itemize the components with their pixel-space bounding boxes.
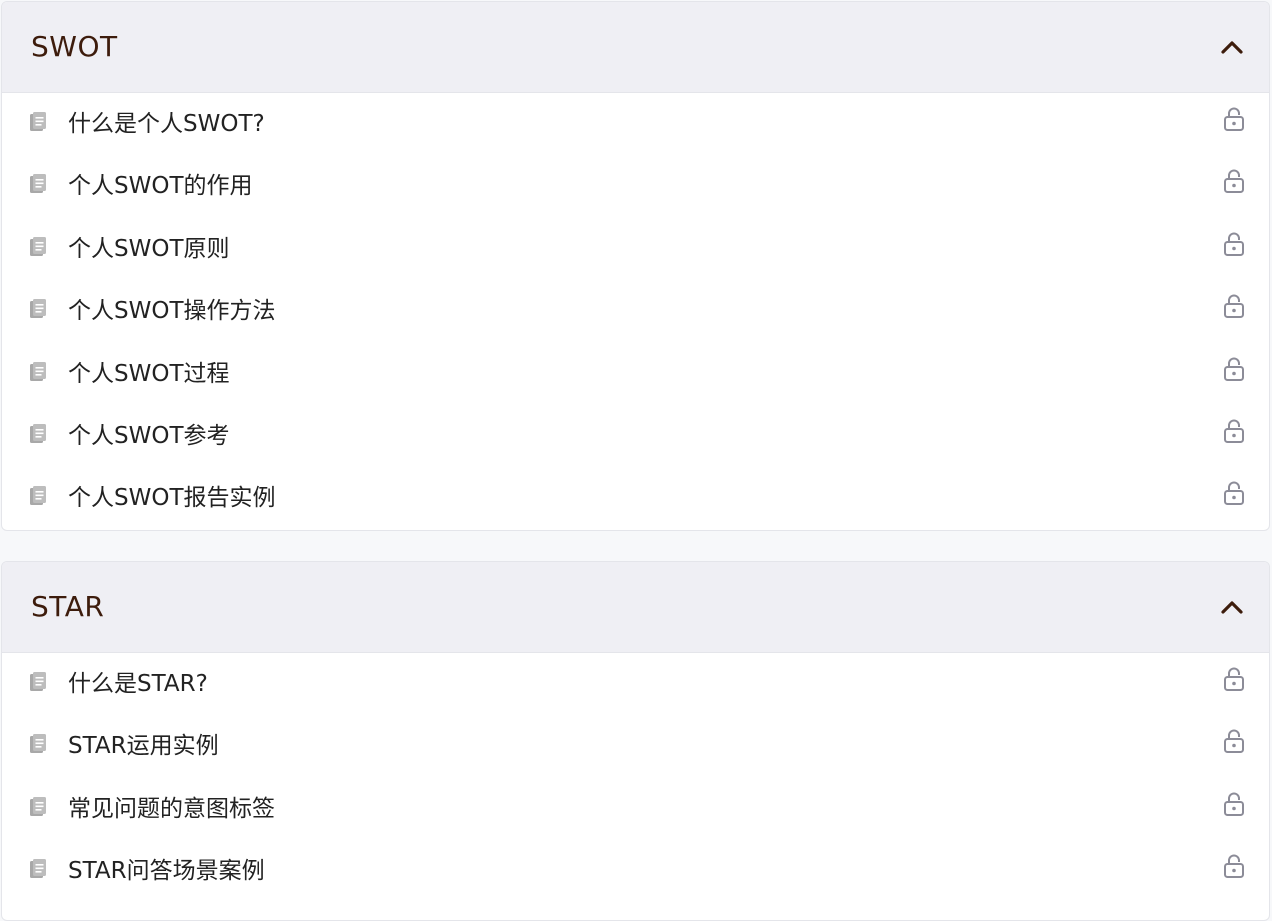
list-item[interactable]: 常见问题的意图标签	[2, 778, 1269, 840]
item-label: 个人SWOT操作方法	[68, 298, 276, 325]
section-star: STAR 什么是STAR? STAR运用实例 常见问题的意图标签 STAR问答场…	[1, 561, 1270, 921]
document-icon	[30, 299, 46, 319]
section-header[interactable]: SWOT	[2, 2, 1269, 93]
lock-icon	[1224, 419, 1244, 443]
document-icon	[30, 423, 46, 443]
lesson-list: 什么是STAR? STAR运用实例 常见问题的意图标签 STAR问答场景案例	[2, 653, 1269, 903]
lock-icon	[1224, 169, 1244, 194]
item-label: 个人SWOT原则	[68, 235, 230, 262]
lock-icon	[1224, 667, 1244, 691]
list-item[interactable]: 个人SWOT的作用	[2, 155, 1269, 217]
list-item[interactable]: 个人SWOT过程	[2, 343, 1269, 405]
lock-icon	[1224, 294, 1244, 319]
item-label: 什么是STAR?	[68, 671, 208, 697]
list-item[interactable]: STAR运用实例	[2, 715, 1269, 777]
item-label: 个人SWOT报告实例	[68, 485, 276, 512]
item-label: 个人SWOT参考	[68, 422, 230, 449]
document-icon	[30, 796, 46, 816]
list-item[interactable]: 什么是个人SWOT?	[2, 93, 1269, 155]
document-icon	[30, 859, 46, 879]
section-swot: SWOT 什么是个人SWOT? 个人SWOT的作用 个人SWOT原则 个人SWO…	[1, 1, 1270, 531]
item-label: 常见问题的意图标签	[68, 795, 275, 822]
lock-icon	[1224, 854, 1244, 879]
lock-icon	[1224, 357, 1244, 381]
item-label: STAR运用实例	[68, 733, 219, 760]
lock-icon	[1224, 232, 1244, 256]
item-label: 个人SWOT的作用	[68, 173, 253, 200]
document-icon	[30, 174, 46, 194]
section-title: SWOT	[31, 30, 118, 63]
document-icon	[30, 672, 46, 691]
list-item[interactable]: 什么是STAR?	[2, 653, 1269, 715]
list-item[interactable]: 个人SWOT参考	[2, 405, 1269, 467]
list-item[interactable]: 个人SWOT操作方法	[2, 280, 1269, 342]
list-item[interactable]: 个人SWOT原则	[2, 218, 1269, 280]
chevron-up-icon[interactable]	[1220, 597, 1244, 617]
document-icon	[30, 112, 46, 131]
list-item[interactable]: STAR问答场景案例	[2, 840, 1269, 902]
document-icon	[30, 361, 46, 381]
item-label: 什么是个人SWOT?	[68, 111, 265, 137]
list-item[interactable]: 个人SWOT报告实例	[2, 467, 1269, 529]
document-icon	[30, 734, 46, 754]
lock-icon	[1224, 481, 1244, 506]
item-label: 个人SWOT过程	[68, 360, 230, 387]
section-title: STAR	[31, 590, 105, 623]
document-icon	[30, 236, 46, 256]
document-icon	[30, 486, 46, 506]
lesson-list: 什么是个人SWOT? 个人SWOT的作用 个人SWOT原则 个人SWOT操作方法	[2, 93, 1269, 530]
lock-icon	[1224, 107, 1244, 131]
section-header[interactable]: STAR	[2, 562, 1269, 653]
lock-icon	[1224, 792, 1244, 816]
chevron-up-icon[interactable]	[1220, 37, 1244, 57]
item-label: STAR问答场景案例	[68, 858, 265, 885]
lock-icon	[1224, 729, 1244, 754]
